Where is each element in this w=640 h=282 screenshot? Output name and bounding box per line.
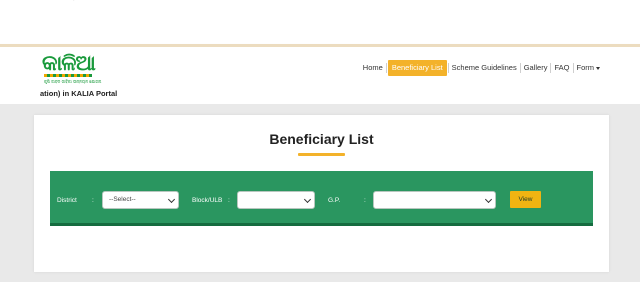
gp-label: G.P. (328, 197, 341, 204)
main-nav: Home Beneficiary List Scheme Guidelines … (361, 60, 602, 76)
filter-bar: District : --Select-- Block/ULB : G.P. :… (50, 171, 593, 226)
caret-down-icon (596, 66, 600, 70)
kalia-logo[interactable]: କାଳିଆ କୃଷି ଜୀବନ ଜୀବିକା ଉନ୍ନୟନ ଯୋଜନା (38, 51, 102, 87)
site-header: କାଳିଆ କୃଷି ଜୀବନ ଜୀବିକା ଉନ୍ନୟନ ଯୋଜନା atio… (0, 44, 640, 104)
district-colon: : (92, 197, 94, 204)
block-ulb-select[interactable] (237, 191, 315, 209)
nav-form-label: Form (576, 63, 595, 72)
district-select[interactable]: --Select-- (102, 191, 179, 209)
nav-form-dropdown[interactable]: Form (575, 60, 603, 76)
nav-divider (550, 63, 552, 73)
gp-select[interactable] (373, 191, 496, 209)
nav-faq[interactable]: FAQ (552, 60, 571, 76)
district-label: District (57, 197, 77, 204)
gp-colon: : (364, 197, 366, 204)
portal-tagline: ation) in KALIA Portal (40, 89, 118, 98)
nav-divider (519, 63, 521, 73)
top-strip: ' (0, 0, 640, 44)
chevron-down-icon (484, 195, 493, 204)
chevron-down-icon (167, 195, 176, 204)
logo-tagline: କୃଷି ଜୀବନ ଜୀବିକା ଉନ୍ନୟନ ଯୋଜନା (44, 79, 102, 84)
nav-divider (447, 63, 449, 73)
nav-gallery[interactable]: Gallery (522, 60, 550, 76)
chevron-down-icon (303, 195, 312, 204)
district-select-value: --Select-- (109, 196, 136, 203)
page-title: Beneficiary List (269, 131, 374, 147)
nav-home[interactable]: Home (361, 60, 385, 76)
logo-text: କାଳିଆ (42, 51, 96, 75)
block-ulb-label: Block/ULB (192, 197, 223, 204)
nav-divider (385, 63, 387, 73)
title-underline (298, 153, 345, 156)
beneficiary-card: Beneficiary List District : --Select-- B… (34, 115, 609, 272)
block-colon: : (228, 197, 230, 204)
view-button[interactable]: View (510, 191, 541, 208)
logo-stripe (44, 74, 92, 77)
nav-divider (572, 63, 574, 73)
nav-beneficiary-list[interactable]: Beneficiary List (387, 60, 447, 76)
nav-scheme-guidelines[interactable]: Scheme Guidelines (450, 60, 519, 76)
top-mark: ' (73, 0, 75, 5)
